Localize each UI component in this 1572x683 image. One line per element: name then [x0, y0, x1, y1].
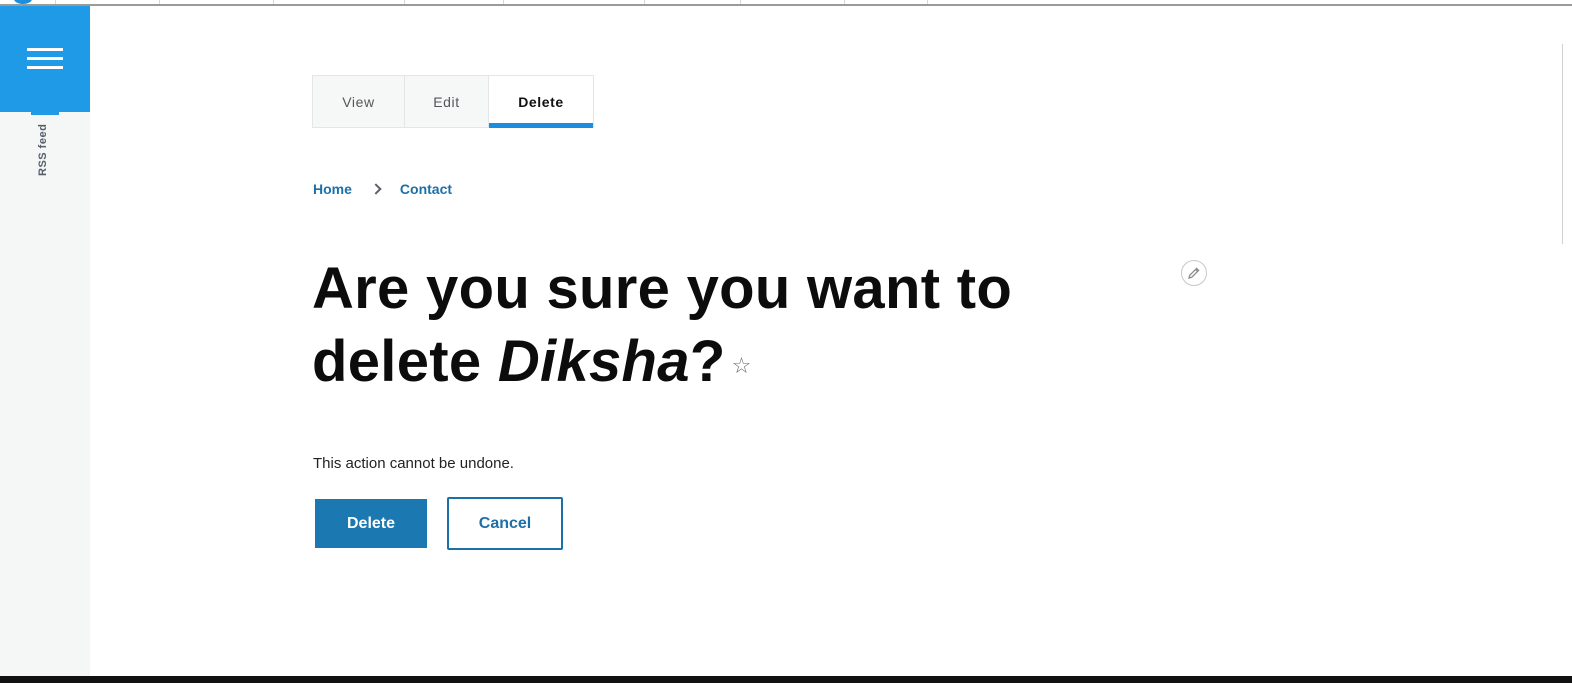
chevron-right-icon [370, 183, 382, 195]
admin-toolbar [0, 0, 1572, 6]
sidebar: RSS feed [0, 6, 90, 676]
menu-button[interactable] [0, 6, 90, 115]
scrollbar[interactable] [1562, 44, 1567, 244]
breadcrumb-home[interactable]: Home [313, 181, 352, 197]
title-suffix: ? [689, 329, 726, 394]
toolbar-logo-icon[interactable] [14, 0, 32, 4]
page-title: Are you sure you want to delete Diksha? ☆ [312, 252, 1092, 398]
cancel-button[interactable]: Cancel [447, 497, 563, 550]
local-tasks-tabs: View Edit Delete [312, 75, 594, 128]
delete-button[interactable]: Delete [315, 499, 427, 548]
star-icon[interactable]: ☆ [732, 354, 752, 377]
window-bottom-edge [0, 676, 1572, 683]
breadcrumb: Home Contact [313, 181, 452, 197]
tab-view[interactable]: View [313, 76, 405, 127]
title-entity-name: Diksha [497, 329, 690, 394]
breadcrumb-contact[interactable]: Contact [400, 181, 452, 197]
tab-edit[interactable]: Edit [405, 76, 489, 127]
pencil-icon[interactable] [1181, 260, 1207, 286]
confirmation-description: This action cannot be undone. [313, 455, 514, 472]
rss-feed-link[interactable]: RSS feed [37, 124, 55, 184]
tab-delete[interactable]: Delete [489, 76, 593, 128]
hamburger-menu-icon [27, 48, 63, 51]
